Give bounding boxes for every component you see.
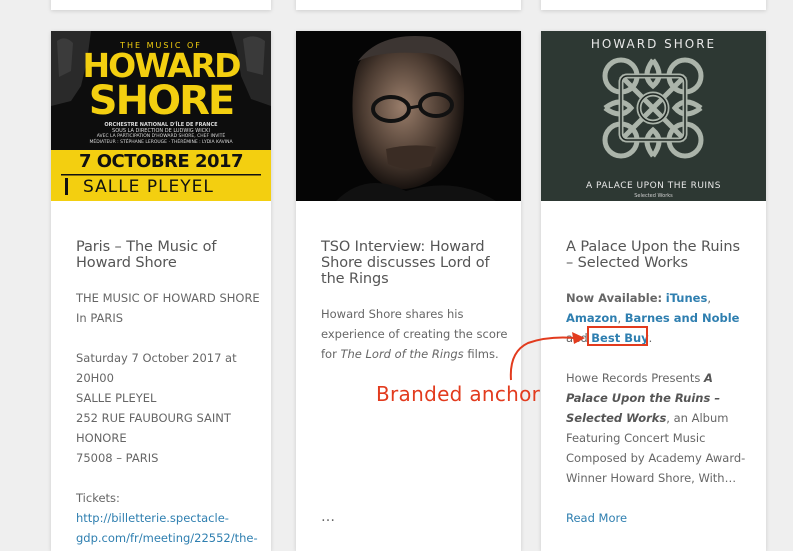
annotation-highlight-box <box>587 326 648 346</box>
annotation-label: Branded anchor <box>376 382 541 406</box>
annotation-arrow-icon <box>509 332 585 381</box>
